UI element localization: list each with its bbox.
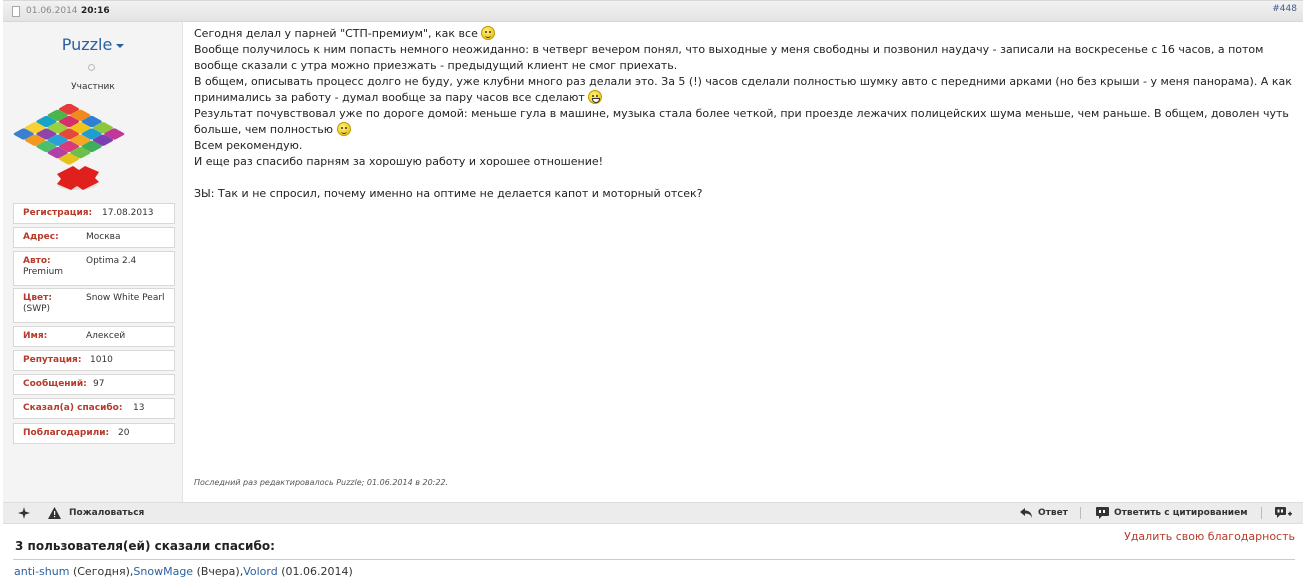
- thanks-user-link[interactable]: Volord: [243, 565, 278, 578]
- info-color: Цвет: Snow White Pearl (SWP): [13, 288, 175, 323]
- post-time: 20:16: [81, 6, 110, 16]
- info-value-cont: (SWP): [23, 304, 51, 314]
- info-label: Адрес:: [23, 232, 59, 242]
- info-address: Адрес: Москва: [13, 227, 175, 248]
- edited-note: Последний раз редактировалось Puzzle; 01…: [194, 478, 449, 487]
- user-sidebar: Puzzle Участник Регистрация: 17.08.2013 …: [3, 22, 183, 502]
- username[interactable]: Puzzle: [62, 35, 113, 54]
- info-registration: Регистрация: 17.08.2013: [13, 203, 175, 224]
- info-value: 20: [118, 428, 130, 438]
- post-line: Результат почувствовал уже по дороге дом…: [194, 107, 1289, 136]
- info-label: Сказал(а) спасибо:: [23, 403, 123, 413]
- info-value: Optima 2.4: [86, 256, 137, 266]
- info-value: Алексей: [86, 331, 126, 341]
- reply-icon[interactable]: [1020, 507, 1033, 519]
- info-thanked: Сказал(а) спасибо: 13: [13, 398, 175, 419]
- post-line: Сегодня делал у парней "СТП-премиум", ка…: [194, 27, 478, 40]
- avatar: [13, 104, 125, 190]
- thanks-user-link[interactable]: anti-shum: [14, 565, 69, 578]
- info-was-thanked: Поблагодарили: 20: [13, 423, 175, 444]
- info-label: Авто:: [23, 256, 51, 266]
- info-label: Регистрация:: [23, 208, 93, 218]
- document-icon: [12, 6, 20, 17]
- info-value: 97: [93, 379, 105, 389]
- post-header: 01.06.2014 20:16 #448: [3, 0, 1303, 22]
- info-value-cont: Premium: [23, 267, 64, 277]
- star-icon[interactable]: [18, 507, 30, 519]
- info-posts: Сообщений: 97: [13, 374, 175, 395]
- thanks-date: (Сегодня),: [72, 565, 134, 578]
- username-menu[interactable]: Puzzle: [3, 35, 183, 54]
- thanks-date: (Вчера),: [196, 565, 244, 578]
- post-date: 01.06.2014: [26, 6, 78, 16]
- post-body: Сегодня делал у парней "СТП-премиум", ка…: [194, 26, 1294, 202]
- thanks-date: (01.06.2014): [281, 565, 353, 578]
- forum-post: 01.06.2014 20:16 #448 Puzzle Участник Ре…: [3, 0, 1303, 588]
- toolbar-divider: [1080, 507, 1081, 519]
- info-value: Москва: [86, 232, 121, 242]
- thanks-title: 3 пользователя(ей) сказали спасибо:: [15, 539, 275, 553]
- warning-icon[interactable]: [48, 507, 61, 519]
- info-label: Поблагодарили:: [23, 428, 110, 438]
- grin-icon: [588, 90, 603, 104]
- quote-icon[interactable]: [1096, 507, 1109, 519]
- post-number-link[interactable]: #448: [1272, 4, 1297, 14]
- post-line: Всем рекомендую.: [194, 139, 303, 152]
- post-line: В общем, описывать процесс долго не буду…: [194, 75, 1292, 104]
- info-value: 1010: [90, 355, 113, 365]
- caret-down-icon[interactable]: [116, 43, 125, 48]
- post-line: Вообще получилось к ним попасть немного …: [194, 43, 1264, 72]
- info-name: Имя: Алексей: [13, 326, 175, 347]
- info-reputation: Репутация: 1010: [13, 350, 175, 371]
- thanks-list: anti-shum (Сегодня),SnowMage (Вчера),Vol…: [14, 565, 353, 578]
- info-label: Сообщений:: [23, 379, 87, 389]
- info-label: Репутация:: [23, 355, 82, 365]
- info-value: Snow White Pearl: [86, 293, 165, 303]
- info-value: 13: [133, 403, 145, 413]
- remove-thanks-link[interactable]: Удалить свою благодарность: [1124, 530, 1295, 543]
- smile-icon: [336, 122, 351, 136]
- post-line: ЗЫ: Так и не спросил, почему именно на о…: [194, 187, 703, 200]
- info-label: Цвет:: [23, 293, 52, 303]
- info-car: Авто: Optima 2.4 Premium: [13, 251, 175, 286]
- info-value: 17.08.2013: [102, 208, 154, 218]
- toolbar-divider: [1261, 507, 1262, 519]
- post-toolbar: Пожаловаться Ответ Ответить с цитировани…: [3, 502, 1303, 524]
- multiquote-icon[interactable]: [1275, 507, 1292, 520]
- post-content: Сегодня делал у парней "СТП-премиум", ка…: [183, 22, 1303, 502]
- report-button[interactable]: Пожаловаться: [69, 508, 144, 518]
- status-dot-icon: [88, 64, 95, 71]
- reply-button[interactable]: Ответ: [1038, 508, 1068, 518]
- info-label: Имя:: [23, 331, 48, 341]
- quote-reply-button[interactable]: Ответить с цитированием: [1114, 508, 1248, 518]
- thanks-user-link[interactable]: SnowMage: [133, 565, 193, 578]
- smile-icon: [481, 26, 496, 40]
- user-role: Участник: [71, 82, 115, 92]
- post-line: И еще раз спасибо парням за хорошую рабо…: [194, 155, 604, 168]
- divider: [13, 559, 1295, 560]
